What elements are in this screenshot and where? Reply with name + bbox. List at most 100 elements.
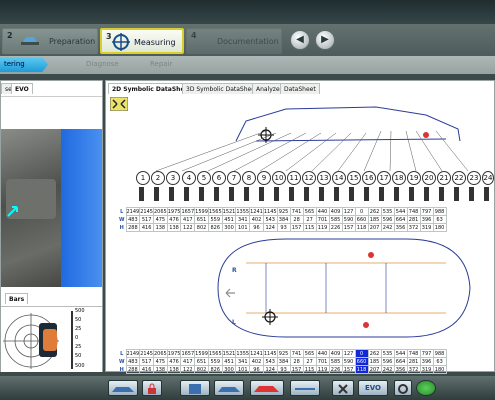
table-cell: 101 <box>235 365 251 374</box>
table-cell: 451 <box>221 215 237 224</box>
table-cell: 138 <box>152 223 168 232</box>
point-number[interactable]: 11 <box>287 171 301 185</box>
car-side-button[interactable] <box>214 380 244 396</box>
scale-label: 500 <box>75 308 85 314</box>
car-icon <box>112 387 134 392</box>
forward-arrow-icon[interactable]: ▶ <box>315 30 335 50</box>
table-cell: 559 <box>207 215 223 224</box>
table-cell: 1145 <box>262 207 278 216</box>
point-number[interactable]: 22 <box>452 171 466 185</box>
table-cell: 1599 <box>194 207 209 216</box>
table-cell: 585 <box>328 215 343 224</box>
point-number[interactable]: 14 <box>332 171 346 185</box>
point-number[interactable]: 4 <box>182 171 196 185</box>
point-number[interactable]: 20 <box>422 171 436 185</box>
step-preparation[interactable]: 2 Preparation <box>2 28 98 54</box>
point-number[interactable]: 1 <box>136 171 150 185</box>
car-body-blue <box>61 129 102 287</box>
row-label: H <box>119 224 124 231</box>
table-cell: 288 <box>125 365 141 374</box>
table-row: L 2149 2145 2065 1975 1657 1599 1565 1521 1355 124… <box>118 207 447 216</box>
step-number: 3 <box>106 32 112 41</box>
table-cell: 1565 <box>207 207 223 216</box>
table-row: H 288 416 138 138 122 802 826 300 101 96 124 93 157 11… <box>118 365 447 374</box>
back-arrow-icon[interactable]: ◀ <box>290 30 310 50</box>
point-number[interactable]: 13 <box>317 171 331 185</box>
table-cell: 93 <box>276 365 291 374</box>
step-documentation[interactable]: 4 Documentation <box>186 28 282 54</box>
door-view-button[interactable] <box>180 380 210 396</box>
table-cell: 396 <box>419 215 434 224</box>
table-cell: 115 <box>302 223 317 232</box>
point-number[interactable]: 21 <box>437 171 451 185</box>
substep-centering[interactable]: tering <box>0 57 48 72</box>
point-number[interactable]: 17 <box>377 171 391 185</box>
evo-button[interactable]: EVO <box>358 380 388 396</box>
substep-repair[interactable]: Repair <box>120 57 176 72</box>
table-cell: 417 <box>180 215 196 224</box>
point-number[interactable]: 2 <box>151 171 165 185</box>
settings-button[interactable] <box>394 380 412 396</box>
table-cell: 118 <box>354 365 369 374</box>
table-cell: 517 <box>139 357 154 366</box>
close-button[interactable] <box>332 380 354 396</box>
point-number[interactable]: 3 <box>166 171 180 185</box>
table-cell: 157 <box>289 365 304 374</box>
point-number[interactable]: 9 <box>257 171 271 185</box>
point-number[interactable]: 6 <box>212 171 226 185</box>
table-cell: 402 <box>249 215 264 224</box>
bottom-toolbar: EVO <box>0 376 495 400</box>
camera-image <box>1 129 102 287</box>
transfer-button[interactable] <box>290 380 320 396</box>
point-number[interactable]: 23 <box>467 171 481 185</box>
table-cell: 226 <box>328 365 343 374</box>
car-red-button[interactable] <box>250 380 284 396</box>
gear-icon <box>398 384 408 394</box>
crosshair-icon <box>112 33 130 51</box>
point-number[interactable]: 12 <box>302 171 316 185</box>
table-cell: 2145 <box>139 349 154 358</box>
table-cell: 1355 <box>235 349 251 358</box>
table-row: W 483 517 475 476 417 651 559 451 341 402 543 384 28 2… <box>118 357 447 366</box>
tab-3d-symbolic[interactable]: 3D Symbolic DataSheet <box>182 83 262 94</box>
table-cell: 451 <box>221 357 237 366</box>
point-number[interactable]: 5 <box>197 171 211 185</box>
point-number[interactable]: 19 <box>407 171 421 185</box>
step-measuring[interactable]: 3 Measuring <box>100 28 184 54</box>
table-cell: 157 <box>289 223 304 232</box>
table-cell: 664 <box>393 357 408 366</box>
table-cell: 319 <box>419 365 434 374</box>
table-cell: 63 <box>432 215 447 224</box>
table-cell: 596 <box>380 357 395 366</box>
lock-button[interactable] <box>142 380 162 396</box>
point-number[interactable]: 7 <box>227 171 241 185</box>
table-cell: 119 <box>315 365 330 374</box>
table-cell: 535 <box>380 207 395 216</box>
table-cell: 356 <box>393 223 408 232</box>
table-cell: 544 <box>393 349 408 358</box>
table-cell: 416 <box>139 365 154 374</box>
table-cell: 2065 <box>152 207 168 216</box>
expand-view-icon[interactable] <box>110 97 128 111</box>
scale-label: 500 <box>75 363 85 369</box>
tab-datasheet[interactable]: DataSheet <box>280 83 320 94</box>
left-tab-evo[interactable]: EVO <box>11 83 33 94</box>
car-view-button[interactable] <box>108 380 138 396</box>
point-number[interactable]: 16 <box>362 171 376 185</box>
transfer-icon <box>295 388 315 390</box>
table-cell: 157 <box>341 365 356 374</box>
camera-toolbar <box>1 96 102 118</box>
point-number[interactable]: 18 <box>392 171 406 185</box>
substep-diagnose[interactable]: Diagnose <box>52 57 119 72</box>
info-button[interactable] <box>416 380 436 396</box>
left-tab-bars[interactable]: Bars <box>5 293 29 304</box>
point-number[interactable]: 8 <box>242 171 256 185</box>
point-number[interactable]: 24 <box>482 171 494 185</box>
point-number[interactable]: 10 <box>272 171 286 185</box>
direction-arrow-icon <box>225 288 235 298</box>
point-number[interactable]: 15 <box>347 171 361 185</box>
step-number: 4 <box>191 31 197 40</box>
table-cell: 543 <box>262 215 278 224</box>
tab-analyze[interactable]: Analyze <box>252 83 284 94</box>
workflow-steps: 2 Preparation 3 Measuring 4 Documentatio… <box>0 24 495 56</box>
